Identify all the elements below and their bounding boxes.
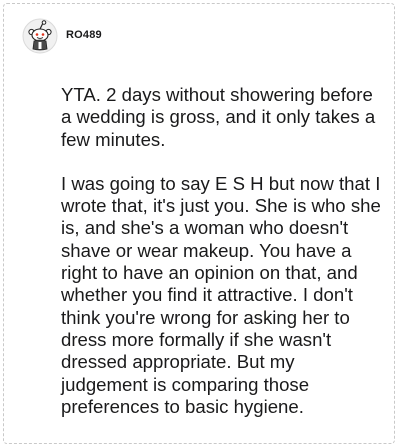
snoo-avatar-icon — [22, 18, 58, 54]
comment-card: RO489 YTA. 2 days without showering befo… — [3, 3, 395, 444]
avatar[interactable] — [22, 18, 58, 54]
comment-paragraph: I was going to say E S H but now that I … — [61, 172, 381, 417]
comment-paragraph: YTA. 2 days without showering before a w… — [61, 84, 376, 150]
username[interactable]: RO489 — [66, 29, 102, 41]
comment-body: YTA. 2 days without showering before a w… — [61, 84, 381, 418]
